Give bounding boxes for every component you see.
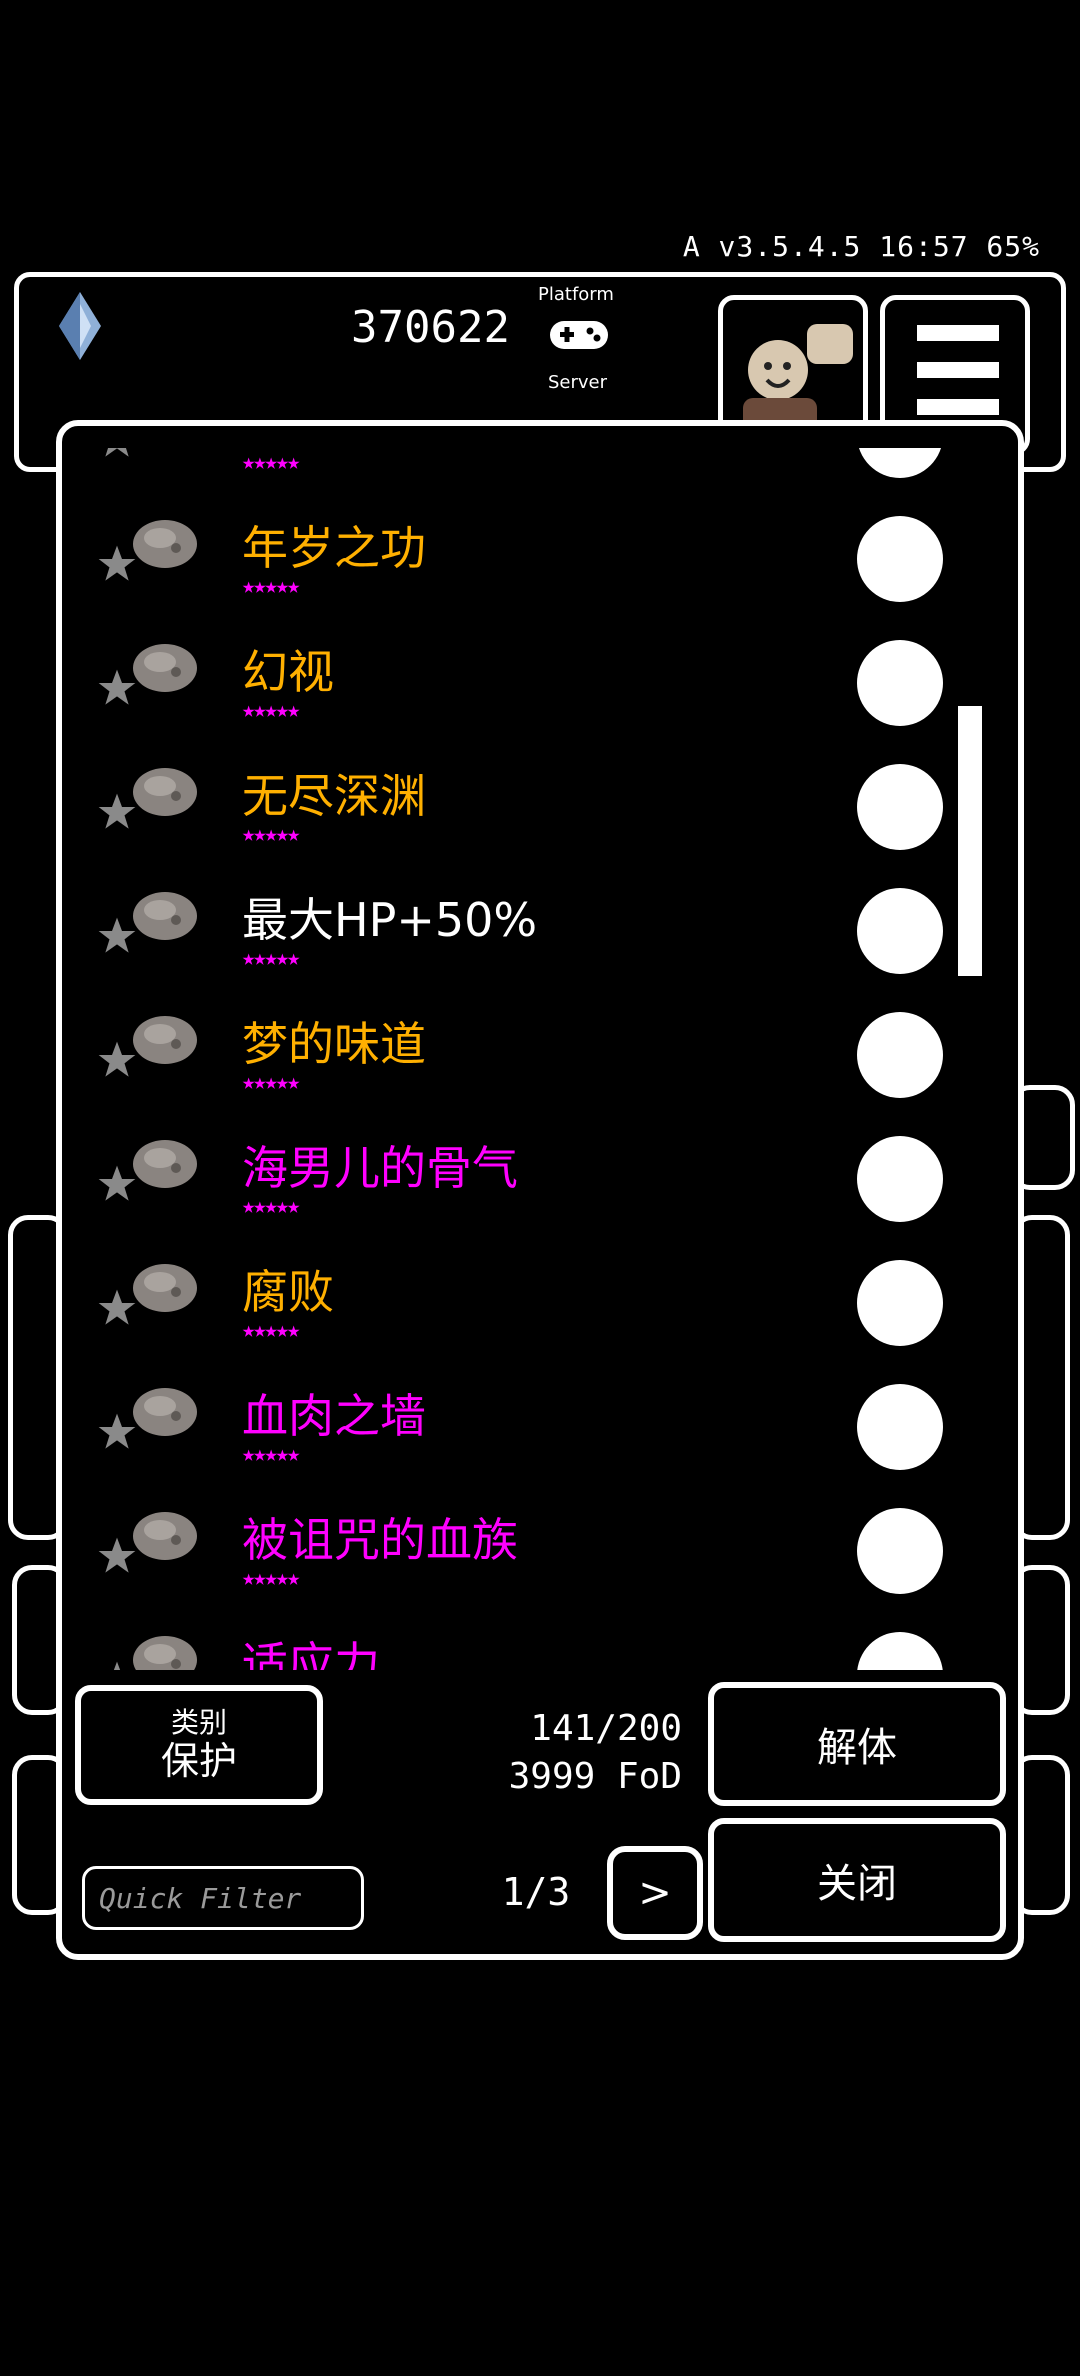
menu-icon xyxy=(917,325,999,341)
crystal-icon xyxy=(59,292,101,360)
item-rating: ★★★★★ xyxy=(242,946,300,971)
rock-icon xyxy=(133,1140,197,1188)
list-item[interactable]: 幻视 ★★★★★ xyxy=(62,616,967,741)
item-rating: ★★★★★ xyxy=(242,1194,300,1219)
item-rating: ★★★★★ xyxy=(242,1566,300,1591)
select-toggle[interactable] xyxy=(857,516,943,602)
server-label: Server xyxy=(548,372,608,393)
star-icon xyxy=(105,448,129,457)
list-item[interactable]: ★★★★★ xyxy=(62,448,967,493)
select-toggle[interactable] xyxy=(857,1632,943,1670)
rock-icon xyxy=(133,892,197,940)
gamepad-icon[interactable] xyxy=(548,315,610,355)
item-name: 年岁之功 xyxy=(242,521,426,575)
select-toggle[interactable] xyxy=(857,1384,943,1470)
status-bar: A v3.5.4.5 16:57 65% xyxy=(682,230,1040,263)
select-toggle[interactable] xyxy=(857,1012,943,1098)
slot-count: 141/200 xyxy=(530,1708,682,1749)
rock-icon xyxy=(133,1512,197,1560)
star-icon xyxy=(113,1661,121,1670)
rock-icon xyxy=(133,520,197,568)
item-rating: ★★★★★ xyxy=(242,698,300,723)
select-toggle[interactable] xyxy=(857,640,943,726)
star-icon xyxy=(98,1041,136,1077)
item-name: 梦的味道 xyxy=(242,1017,426,1071)
star-icon xyxy=(98,669,136,705)
select-toggle[interactable] xyxy=(857,1136,943,1222)
platform-label: Platform xyxy=(538,284,614,305)
close-button[interactable]: 关闭 xyxy=(708,1818,1006,1942)
scrollbar-thumb[interactable] xyxy=(958,706,982,976)
star-icon xyxy=(98,545,136,581)
list-item[interactable]: 适应力 xyxy=(62,1608,967,1670)
list-item[interactable]: 血肉之墙 ★★★★★ xyxy=(62,1360,967,1485)
item-name: 被诅咒的血族 xyxy=(242,1513,518,1567)
rock-icon xyxy=(133,1636,197,1670)
list-item[interactable]: 梦的味道 ★★★★★ xyxy=(62,988,967,1113)
star-icon xyxy=(98,1165,136,1201)
list-item[interactable]: 年岁之功 ★★★★★ xyxy=(62,492,967,617)
item-rating: ★★★★★ xyxy=(242,450,300,475)
item-name: 适应力 xyxy=(242,1637,380,1670)
inventory-count: 141/200 3999 FoD xyxy=(470,1705,682,1801)
item-name: 无尽深渊 xyxy=(242,769,426,823)
select-toggle[interactable] xyxy=(857,764,943,850)
list-item[interactable]: 被诅咒的血族 ★★★★★ xyxy=(62,1484,967,1609)
page-indicator: 1/3 xyxy=(501,1870,571,1914)
list-item[interactable]: 最大HP+50% ★★★★★ xyxy=(62,864,967,989)
item-name: 幻视 xyxy=(242,645,334,699)
item-name: 腐败 xyxy=(242,1265,334,1319)
category-value: 保护 xyxy=(160,1739,237,1783)
star-icon xyxy=(98,917,136,953)
select-toggle[interactable] xyxy=(857,1260,943,1346)
category-label: 类别 xyxy=(170,1706,227,1739)
fod-amount: 3999 FoD xyxy=(508,1756,682,1797)
category-button[interactable]: 类别 保护 xyxy=(75,1685,323,1805)
gem-count: 370622 xyxy=(351,302,510,353)
list-item[interactable]: 腐败 ★★★★★ xyxy=(62,1236,967,1361)
list-item[interactable]: 海男儿的骨气 ★★★★★ xyxy=(62,1112,967,1237)
star-icon xyxy=(98,1289,136,1325)
star-icon xyxy=(98,1413,136,1449)
item-name: 血肉之墙 xyxy=(242,1389,426,1443)
item-name: 最大HP+50% xyxy=(242,893,538,947)
select-toggle[interactable] xyxy=(857,888,943,974)
item-rating: ★★★★★ xyxy=(242,1070,300,1095)
item-rating: ★★★★★ xyxy=(242,1442,300,1467)
item-name: 海男儿的骨气 xyxy=(242,1141,518,1195)
rock-icon xyxy=(133,1264,197,1312)
list-item[interactable]: 无尽深渊 ★★★★★ xyxy=(62,740,967,865)
rock-icon xyxy=(133,1388,197,1436)
rock-icon xyxy=(133,1016,197,1064)
item-list[interactable]: ★★★★★ 年岁之功 ★★★★★ 幻视 ★★★★★ 无尽深渊 ★★★★★ 最大HP+50% ★★… xyxy=(62,448,967,1670)
rock-icon xyxy=(133,768,197,816)
next-page-button[interactable]: > xyxy=(607,1846,703,1940)
item-rating: ★★★★★ xyxy=(242,822,300,847)
star-icon xyxy=(98,1537,136,1573)
item-rating: ★★★★★ xyxy=(242,574,300,599)
dismantle-button[interactable]: 解体 xyxy=(708,1682,1006,1806)
rock-icon xyxy=(133,644,197,692)
item-rating: ★★★★★ xyxy=(242,1318,300,1343)
quick-filter-input[interactable] xyxy=(82,1866,364,1930)
star-icon xyxy=(98,793,136,829)
select-toggle[interactable] xyxy=(857,448,943,478)
select-toggle[interactable] xyxy=(857,1508,943,1594)
